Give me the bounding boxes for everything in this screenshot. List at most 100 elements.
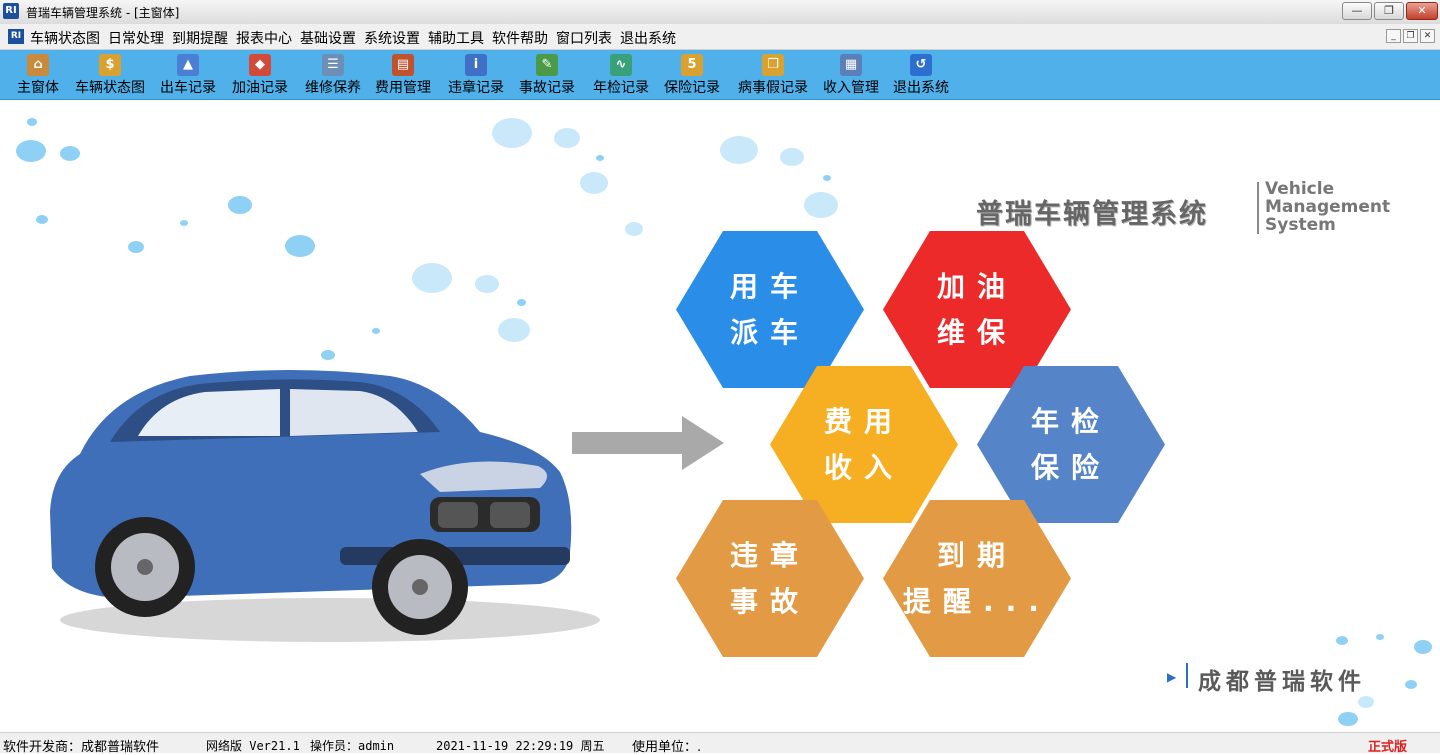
status-unit: 使用单位：. [632,740,702,755]
brand-separator [1186,663,1188,688]
hex-line: 保险 [1030,450,1111,484]
bubble-decoration [823,175,831,181]
bubble-decoration [16,140,46,162]
app-logo-icon: RI [3,3,19,19]
toolbar-button-label: 收入管理 [823,80,879,96]
bubble-decoration [554,128,580,148]
mdi-minimize-button[interactable]: _ [1386,29,1401,43]
bubble-decoration [1336,636,1348,645]
toolbar-button-label: 违章记录 [448,80,504,96]
menu-item[interactable]: 日常处理 [108,28,170,48]
mdi-close-button[interactable]: ✕ [1420,29,1435,43]
bubble-decoration [517,299,526,306]
toolbar-button[interactable]: $ 车辆状态图 [70,52,150,97]
toolbar-button[interactable]: ↺ 退出系统 [889,52,953,97]
toolbar-button[interactable]: ▤ 费用管理 [371,52,435,97]
hex-line: 提醒... [903,584,1051,618]
status-edition: 正式版 [1368,740,1408,755]
hex-line: 到期 [936,538,1017,572]
toolbar-button[interactable]: ☰ 维修保养 [301,52,365,97]
close-button[interactable]: ✕ [1406,2,1438,20]
hex-inspection-insurance-button[interactable]: 年检 保险 [977,366,1165,523]
logo-separator [1257,182,1259,234]
bubble-decoration [1358,696,1374,708]
hex-line: 年检 [1030,404,1111,438]
toolbar-button-label: 维修保养 [305,80,361,96]
menu-items: 车辆状态图 日常处理 到期提醒 报表中心 基础设置 系统设置 辅助工具 软件帮助 窗口列表 退出系… [30,28,684,48]
menu-item[interactable]: 报表中心 [236,28,298,48]
bubble-decoration [285,235,315,257]
menu-item[interactable]: 辅助工具 [428,28,490,48]
toolbar-button[interactable]: ✎ 事故记录 [515,52,579,97]
status-developer: 软件开发商：成都普瑞软件 [3,740,160,755]
toolbar-button[interactable]: ▦ 收入管理 [819,52,883,97]
hex-dispatch-button[interactable]: 用车 派车 [676,231,864,388]
hex-line: 派车 [729,315,810,349]
hex-line: 事故 [729,584,810,618]
status-operator: 操作员：admin [310,739,395,753]
bubble-decoration [1376,634,1384,640]
triangle-marker-icon: ▶ [1167,670,1177,684]
bubble-decoration [475,275,499,293]
toolbar-button[interactable]: ◆ 加油记录 [228,52,292,97]
coins-icon: $ [99,54,121,76]
mdi-restore-button[interactable]: ❐ [1403,29,1418,43]
dispatch-icon: ▲ [177,54,199,76]
book-icon: ▤ [392,54,414,76]
hex-line: 维保 [936,315,1017,349]
hex-line: 收入 [823,450,904,484]
restore-button[interactable]: ❐ [1374,2,1404,20]
bubble-decoration [720,136,758,164]
toolbar-button-label: 出车记录 [160,80,216,96]
menu-item[interactable]: 到期提醒 [172,28,234,48]
repair-icon: ☰ [322,54,344,76]
toolbar: ⌂ 主窗体 $ 车辆状态图 ▲ 出车记录 ◆ 加油记录 ☰ 维修保养 ▤ 费用管理 i 违章记录 ✎ 事故记录… [0,50,1440,100]
bubble-decoration [580,172,608,194]
toolbar-button-label: 主窗体 [17,80,59,96]
bubble-decoration [804,192,838,218]
menu-bar: RI 车辆状态图 日常处理 到期提醒 报表中心 基础设置 系统设置 辅助工具 软件帮助 窗口列表… [0,24,1440,50]
bubble-decoration [492,118,532,148]
fuel-icon: ◆ [249,54,271,76]
info-icon: i [465,54,487,76]
toolbar-button[interactable]: i 违章记录 [444,52,508,97]
toolbar-button-label: 费用管理 [375,80,431,96]
bubble-decoration [1414,640,1432,654]
bubble-decoration [1338,712,1358,726]
hex-violation-accident-button[interactable]: 违章 事故 [676,500,864,657]
menu-item[interactable]: 退出系统 [620,28,682,48]
toolbar-button[interactable]: ⌂ 主窗体 [10,52,66,97]
bubble-decoration [321,350,335,360]
bubble-decoration [27,118,37,126]
logo-english: Vehicle Management System [1265,180,1390,234]
hex-expense-income-button[interactable]: 费用 收入 [770,366,958,523]
menu-item[interactable]: 系统设置 [364,28,426,48]
status-datetime: 2021-11-19 22:29:19 周五 [436,739,605,753]
window-title: 普瑞车辆管理系统 - [主窗体] [26,6,180,20]
toolbar-button[interactable]: ▲ 出车记录 [156,52,220,97]
toolbar-button[interactable]: ∿ 年检记录 [589,52,653,97]
bubble-decoration [498,318,530,342]
menu-app-icon[interactable]: RI [8,29,24,44]
arrow-right-icon [572,416,724,470]
toolbar-button-label: 事故记录 [519,80,575,96]
menu-item[interactable]: 基础设置 [300,28,362,48]
bubble-decoration [596,155,604,161]
toolbar-button[interactable]: 5 保险记录 [660,52,724,97]
toolbar-button[interactable]: ❐ 病事假记录 [733,52,813,97]
logo-english-line: Vehicle [1265,179,1335,199]
menu-item[interactable]: 窗口列表 [556,28,618,48]
clipboard-icon: ❐ [762,54,784,76]
hex-line: 费用 [823,404,904,438]
grid-icon: ▦ [840,54,862,76]
main-banner: 普瑞车辆管理系统 Vehicle Management System 用车 派车 … [0,100,1440,732]
menu-item[interactable]: 车辆状态图 [30,28,106,48]
bubble-decoration [180,220,188,226]
toolbar-button-label: 车辆状态图 [75,80,145,96]
hex-fuel-maintenance-button[interactable]: 加油 维保 [883,231,1071,388]
minimize-button[interactable]: — [1342,2,1372,20]
toolbar-button-label: 年检记录 [593,80,649,96]
toolbar-button-label: 加油记录 [232,80,288,96]
hex-expiry-reminder-button[interactable]: 到期提醒... [883,500,1071,657]
menu-item[interactable]: 软件帮助 [492,28,554,48]
